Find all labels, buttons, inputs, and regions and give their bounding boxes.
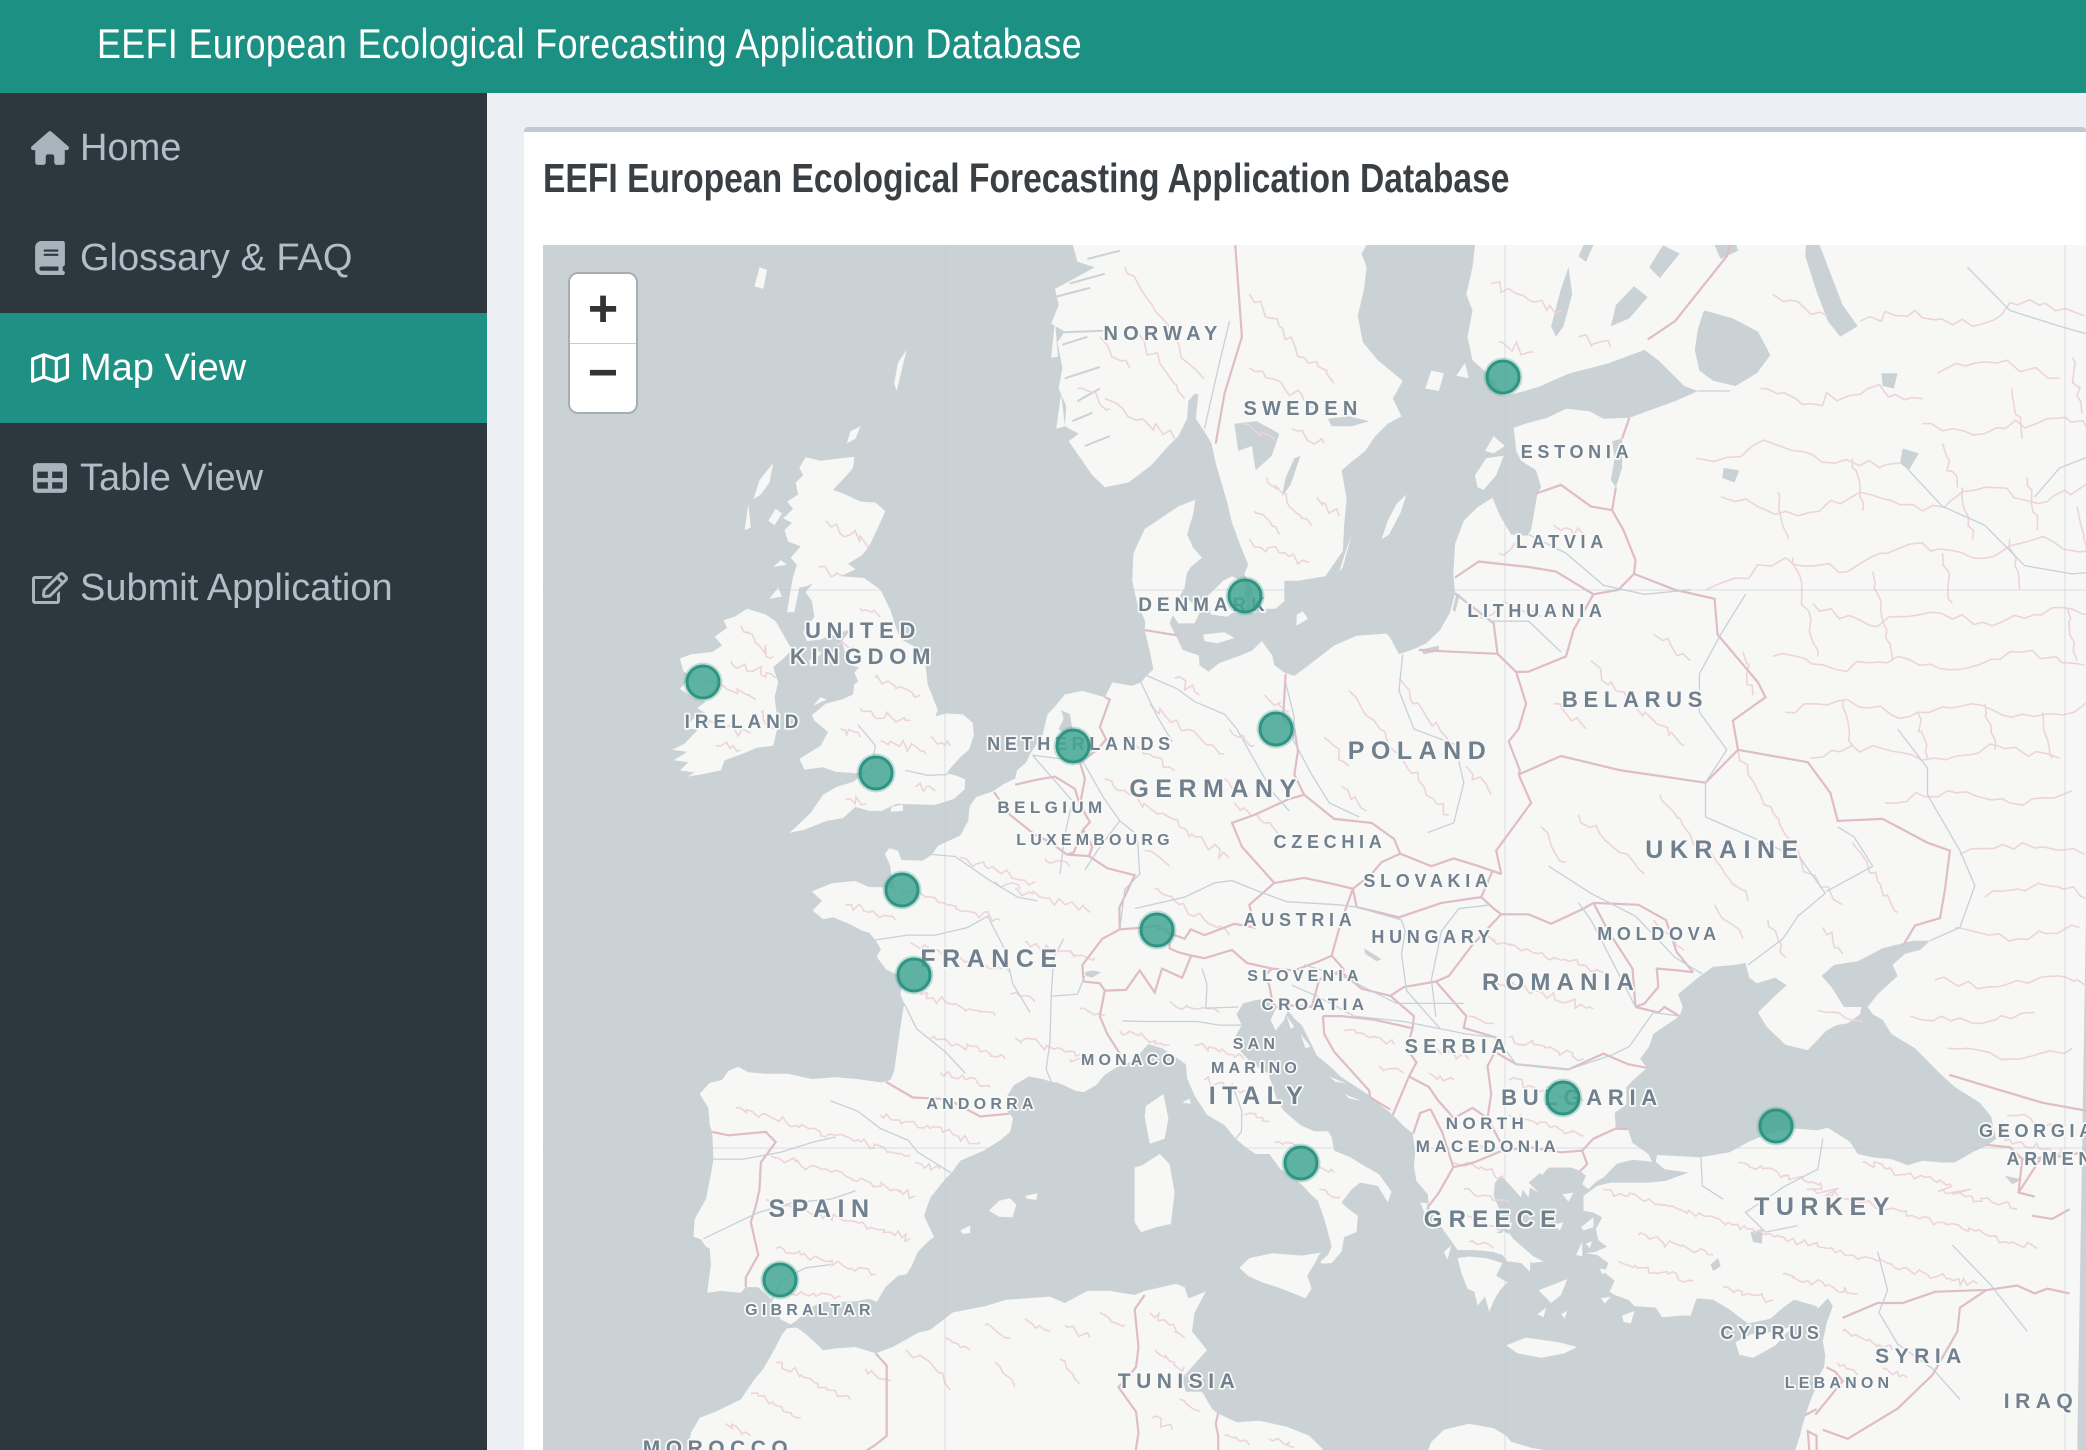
svg-text:IRELAND: IRELAND (685, 712, 804, 733)
svg-text:ARMENIA: ARMENIA (2007, 1149, 2086, 1169)
svg-text:UKRAINE: UKRAINE (1645, 836, 1804, 864)
svg-text:GEORGIA: GEORGIA (1979, 1121, 2086, 1141)
svg-text:NORTH: NORTH (1446, 1114, 1528, 1133)
svg-text:CROATIA: CROATIA (1262, 995, 1369, 1014)
svg-text:SYRIA: SYRIA (1875, 1345, 1967, 1368)
svg-text:GIBRALTAR: GIBRALTAR (745, 1302, 875, 1319)
svg-text:MARINO: MARINO (1211, 1060, 1301, 1077)
svg-text:ITALY: ITALY (1209, 1082, 1310, 1110)
svg-text:LUXEMBOURG: LUXEMBOURG (1016, 832, 1174, 849)
svg-text:ANDORRA: ANDORRA (926, 1096, 1037, 1113)
svg-text:TURKEY: TURKEY (1754, 1193, 1896, 1221)
svg-text:CYPRUS: CYPRUS (1720, 1323, 1823, 1343)
svg-text:SERBIA: SERBIA (1405, 1036, 1512, 1058)
svg-text:AUSTRIA: AUSTRIA (1244, 910, 1357, 930)
svg-text:UNITED: UNITED (805, 618, 921, 643)
svg-text:TUNISIA: TUNISIA (1118, 1370, 1241, 1393)
svg-text:MOLDOVA: MOLDOVA (1597, 924, 1721, 944)
svg-text:LEBANON: LEBANON (1785, 1375, 1894, 1392)
svg-text:MONACO: MONACO (1081, 1052, 1179, 1069)
svg-text:IRAQ: IRAQ (2004, 1390, 2079, 1413)
svg-text:MACEDONIA: MACEDONIA (1416, 1137, 1560, 1156)
svg-text:MOROCCO: MOROCCO (643, 1437, 794, 1450)
svg-text:LITHUANIA: LITHUANIA (1467, 601, 1606, 621)
svg-text:NORWAY: NORWAY (1103, 323, 1222, 345)
svg-text:ESTONIA: ESTONIA (1521, 442, 1634, 462)
svg-text:ROMANIA: ROMANIA (1482, 969, 1640, 996)
svg-text:GERMANY: GERMANY (1129, 775, 1302, 803)
svg-text:SPAIN: SPAIN (768, 1195, 875, 1223)
svg-text:HUNGARY: HUNGARY (1371, 927, 1494, 947)
svg-text:SAN: SAN (1233, 1036, 1279, 1053)
svg-text:KINGDOM: KINGDOM (790, 644, 936, 669)
svg-text:GREECE: GREECE (1424, 1206, 1563, 1233)
svg-text:BELARUS: BELARUS (1562, 687, 1708, 712)
svg-text:BELGIUM: BELGIUM (997, 798, 1106, 817)
svg-text:SWEDEN: SWEDEN (1244, 398, 1363, 420)
svg-text:SLOVAKIA: SLOVAKIA (1363, 871, 1492, 891)
svg-text:SLOVENIA: SLOVENIA (1247, 968, 1362, 985)
svg-text:CZECHIA: CZECHIA (1274, 832, 1387, 852)
svg-text:FRANCE: FRANCE (920, 945, 1063, 973)
svg-text:LATVIA: LATVIA (1516, 532, 1608, 552)
svg-text:POLAND: POLAND (1348, 737, 1493, 765)
